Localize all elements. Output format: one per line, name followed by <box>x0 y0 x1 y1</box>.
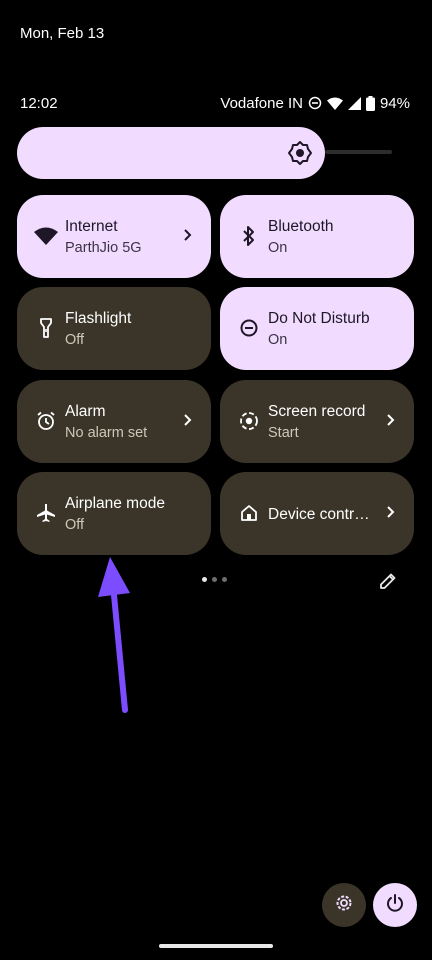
tile-subtitle: ParthJio 5G <box>65 240 142 256</box>
battery-percent: 94% <box>379 94 410 112</box>
tile-title: Do Not Disturb <box>268 310 370 327</box>
dnd-icon <box>237 316 261 340</box>
wifi-icon <box>326 97 343 110</box>
page-dot <box>212 577 217 582</box>
home-icon <box>237 501 261 525</box>
power-icon <box>385 893 405 918</box>
wifi-icon <box>34 224 58 248</box>
signal-icon <box>347 96 361 110</box>
edit-icon[interactable] <box>378 571 398 596</box>
tile-title: Device contr… <box>268 506 370 523</box>
flashlight-icon <box>34 316 58 340</box>
tile-device-controls[interactable]: Device contr… <box>220 472 414 555</box>
battery-icon <box>365 95 375 111</box>
annotation-arrow <box>98 557 130 713</box>
status-icons: Vodafone IN 94% <box>220 95 410 112</box>
tile-title: Screen record <box>268 403 366 420</box>
tile-title: Internet <box>65 218 118 235</box>
clock: 12:02 <box>20 94 58 112</box>
tile-title: Alarm <box>65 403 106 420</box>
tile-title: Airplane mode <box>65 495 165 512</box>
screen-record-icon <box>237 409 261 433</box>
gear-icon <box>334 893 354 918</box>
dnd-icon <box>308 96 322 110</box>
tile-title: Bluetooth <box>268 218 334 235</box>
tile-subtitle: Off <box>65 332 85 348</box>
tile-subtitle: On <box>268 332 288 348</box>
tile-screen-record[interactable]: Screen record Start <box>220 380 414 463</box>
settings-button[interactable] <box>322 883 366 927</box>
brightness-icon <box>287 140 313 171</box>
brightness-slider[interactable] <box>17 127 325 179</box>
page-dot <box>202 577 207 582</box>
tile-bluetooth[interactable]: Bluetooth On <box>220 195 414 278</box>
chevron-right-icon <box>386 413 396 432</box>
tile-subtitle: Off <box>65 517 85 533</box>
page-indicator <box>202 577 227 582</box>
chevron-right-icon <box>183 228 193 247</box>
tile-title: Flashlight <box>65 310 132 327</box>
page-dot <box>222 577 227 582</box>
gesture-bar[interactable] <box>159 944 273 948</box>
bluetooth-icon <box>237 224 261 248</box>
tile-flashlight[interactable]: Flashlight Off <box>17 287 211 370</box>
alarm-icon <box>34 409 58 433</box>
chevron-right-icon <box>386 505 396 524</box>
airplane-icon <box>34 501 58 525</box>
tile-internet[interactable]: Internet ParthJio 5G <box>17 195 211 278</box>
tile-subtitle: On <box>268 240 288 256</box>
tile-subtitle: No alarm set <box>65 425 148 441</box>
tile-subtitle: Start <box>268 425 299 441</box>
carrier-label: Vodafone IN <box>220 94 303 112</box>
tile-airplane-mode[interactable]: Airplane mode Off <box>17 472 211 555</box>
date-label: Mon, Feb 13 <box>20 25 105 42</box>
chevron-right-icon <box>183 413 193 432</box>
tile-alarm[interactable]: Alarm No alarm set <box>17 380 211 463</box>
brightness-track[interactable] <box>325 150 392 154</box>
status-bar: 12:02 Vodafone IN 94% <box>20 93 410 113</box>
tile-do-not-disturb[interactable]: Do Not Disturb On <box>220 287 414 370</box>
power-button[interactable] <box>373 883 417 927</box>
